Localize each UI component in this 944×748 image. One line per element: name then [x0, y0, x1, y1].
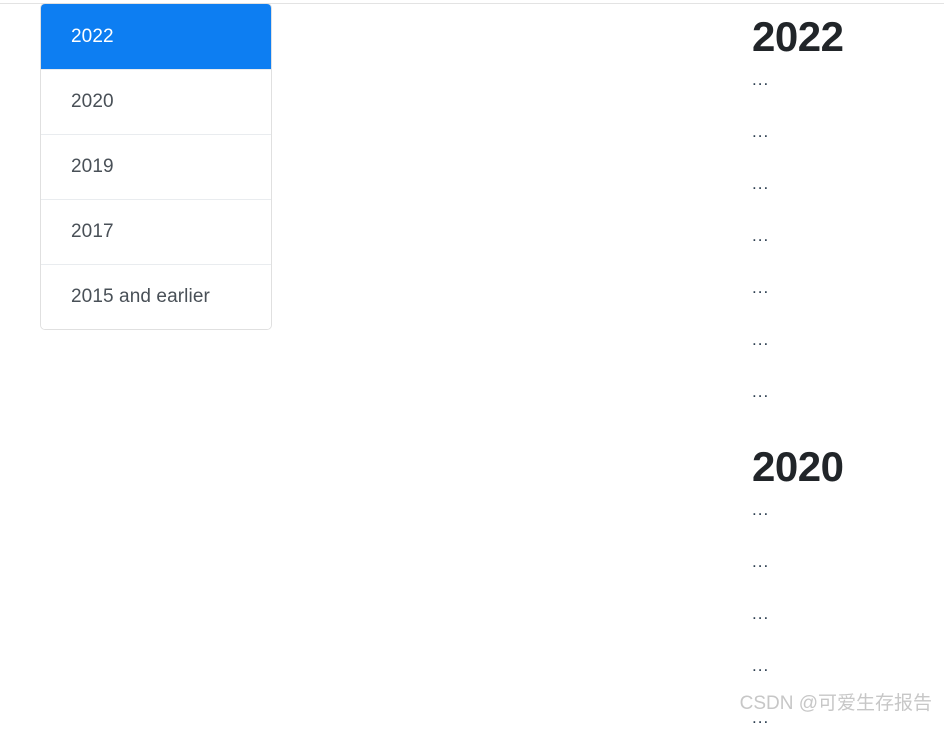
- placeholder-row[interactable]: ...: [752, 696, 944, 748]
- list-item-year-2019[interactable]: 2019: [41, 134, 271, 199]
- placeholder-row[interactable]: ...: [752, 58, 944, 110]
- year-filter-list: 2022 2020 2019 2017 2015 and earlier: [40, 3, 272, 330]
- placeholder-row[interactable]: ...: [752, 266, 944, 318]
- placeholder-text: ...: [752, 277, 770, 297]
- section-heading-2022: 2022: [752, 13, 844, 60]
- placeholder-text: ...: [752, 707, 770, 727]
- list-item-label: 2020: [71, 91, 114, 112]
- placeholder-text: ...: [752, 173, 770, 193]
- placeholder-row[interactable]: ...: [752, 540, 944, 592]
- placeholder-text: ...: [752, 655, 770, 675]
- list-item-year-2017[interactable]: 2017: [41, 199, 271, 264]
- placeholder-text: ...: [752, 69, 770, 89]
- placeholder-text: ...: [752, 551, 770, 571]
- section-heading-2020: 2020: [752, 443, 844, 490]
- list-item-label: 2015 and earlier: [71, 286, 210, 307]
- placeholder-text: ...: [752, 121, 770, 141]
- placeholder-text: ...: [752, 499, 770, 519]
- year-section-2020: 2020 ... ... ... ... ...: [752, 422, 944, 748]
- placeholder-text: ...: [752, 329, 770, 349]
- list-item-year-2015-and-earlier[interactable]: 2015 and earlier: [41, 264, 271, 329]
- placeholder-text: ...: [752, 225, 770, 245]
- placeholder-row[interactable]: ...: [752, 162, 944, 214]
- list-item-label: 2019: [71, 156, 114, 177]
- placeholder-row[interactable]: ...: [752, 110, 944, 162]
- placeholder-row[interactable]: ...: [752, 592, 944, 644]
- content-sections: 2022 ... ... ... ... ... ... ... 2020 ..…: [752, 0, 944, 748]
- list-item-label: 2017: [71, 221, 114, 242]
- list-item-year-2020[interactable]: 2020: [41, 69, 271, 134]
- list-item-year-2022[interactable]: 2022: [41, 4, 271, 69]
- list-item-label: 2022: [71, 25, 114, 47]
- placeholder-row[interactable]: ...: [752, 488, 944, 540]
- placeholder-text: ...: [752, 603, 770, 623]
- placeholder-row[interactable]: ...: [752, 214, 944, 266]
- placeholder-row[interactable]: ...: [752, 644, 944, 696]
- placeholder-row[interactable]: ...: [752, 318, 944, 370]
- placeholder-text: ...: [752, 381, 770, 401]
- year-section-2022: 2022 ... ... ... ... ... ... ...: [752, 0, 944, 422]
- placeholder-row[interactable]: ...: [752, 370, 944, 422]
